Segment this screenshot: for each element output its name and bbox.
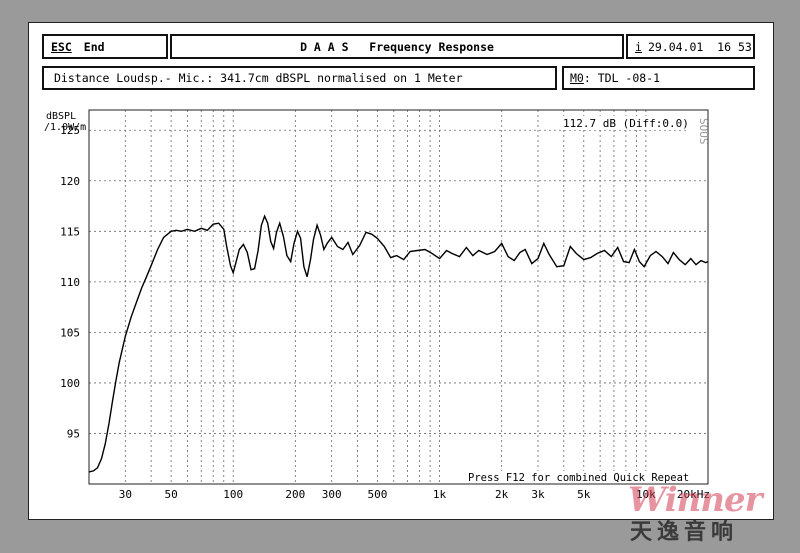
y-tick-label: 110 (60, 276, 80, 289)
y-tick-label: 120 (60, 175, 80, 188)
x-tick-label: 500 (368, 488, 388, 501)
y-axis-label-line2: /1.0W/m (44, 122, 86, 133)
x-tick-label: 1k (433, 488, 447, 501)
plot-frame (88, 109, 709, 485)
watermark-chinese: 天逸音响 (630, 520, 739, 545)
grid (89, 110, 708, 484)
frequency-response-chart: 1251201151101051009530 50 100 200 300 500 1k 2k… (44, 109, 710, 501)
x-tick-label: 30 (119, 488, 132, 501)
y-tick-label: 115 (60, 225, 80, 238)
x-tick-label: 200 (285, 488, 305, 501)
x-tick-label: 3k (531, 488, 545, 501)
x-tick-label: 100 (223, 488, 243, 501)
x-tick-label: 50 (164, 488, 177, 501)
y-tick-label: 105 (60, 326, 80, 339)
x-tick-label: 300 (322, 488, 342, 501)
y-tick-label: 100 (60, 377, 80, 390)
level-readout: 112.7 dB (Diff:0.0) (563, 117, 689, 130)
winner-watermark-logo: Winner 天逸音响 (628, 480, 788, 545)
x-tick-label: 5k (577, 488, 591, 501)
x-tick-label: 2k (495, 488, 509, 501)
y-tick-label: 95 (67, 427, 80, 440)
y-axis-label-line1: dBSPL (46, 111, 76, 122)
vertical-tag: SOUS (697, 118, 710, 145)
